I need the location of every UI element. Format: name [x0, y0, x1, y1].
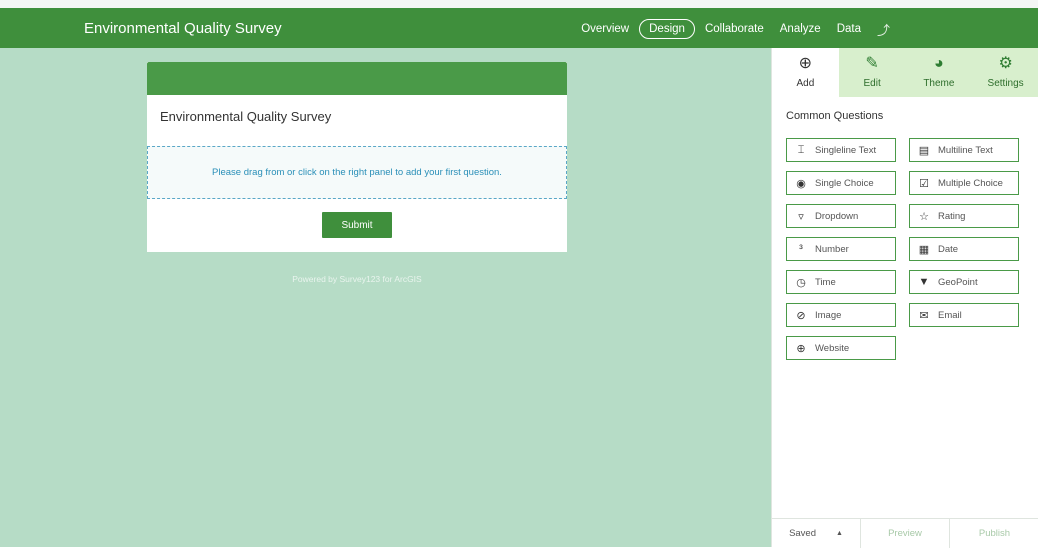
pencil-icon: ✎ — [865, 55, 879, 72]
form-card: Environmental Quality Survey Please drag… — [147, 62, 567, 252]
tab-theme-label: Theme — [923, 78, 955, 89]
nav-collaborate[interactable]: Collaborate — [697, 23, 772, 35]
browser-strip — [0, 0, 1038, 8]
question-time[interactable]: ◷ Time — [786, 270, 896, 294]
settings-icon: ⚙ — [998, 55, 1013, 72]
top-bar: Environmental Quality Survey Overview De… — [0, 0, 1038, 48]
nav-data[interactable]: Data — [829, 23, 869, 35]
question-single-choice[interactable]: ◉ Single Choice — [786, 171, 896, 195]
question-website[interactable]: ⊕ Website — [786, 336, 896, 360]
question-number[interactable]: ³ Number — [786, 237, 896, 261]
caret-up-icon: ▲ — [836, 530, 843, 537]
question-dropzone[interactable]: Please drag from or click on the right p… — [147, 146, 567, 199]
preview-button[interactable]: Preview — [861, 519, 950, 548]
checkbox-icon: ☑ — [919, 177, 929, 190]
question-label: Single Choice — [815, 177, 874, 189]
saved-status[interactable]: Saved ▲ — [772, 519, 861, 548]
saved-label: Saved — [789, 528, 816, 539]
question-multiple-choice[interactable]: ☑ Multiple Choice — [909, 171, 1019, 195]
tab-edit[interactable]: ✎ Edit — [838, 48, 906, 97]
question-label: Singleline Text — [815, 144, 877, 156]
question-multiline-text[interactable]: ▤ Multiline Text — [909, 138, 1019, 162]
app-title: Environmental Quality Survey — [84, 20, 282, 37]
map-pin-icon: ▼ — [918, 276, 930, 288]
panel-footer: Saved ▲ Preview Publish — [772, 518, 1038, 548]
section-title: Common Questions — [786, 110, 884, 122]
question-email[interactable]: ✉ Email — [909, 303, 1019, 327]
globe-icon: ⊕ — [796, 342, 806, 355]
question-dropdown[interactable]: ▿ Dropdown — [786, 204, 896, 228]
publish-button[interactable]: Publish — [950, 519, 1038, 548]
main-nav: Overview Design Collaborate Analyze Data… — [573, 19, 898, 39]
design-canvas: Environmental Quality Survey Please drag… — [0, 48, 771, 547]
question-label: GeoPoint — [938, 276, 978, 288]
question-label: Number — [815, 243, 849, 255]
question-date[interactable]: ▦ Date — [909, 237, 1019, 261]
text-area-icon: ▤ — [918, 144, 930, 157]
question-label: Image — [815, 309, 842, 321]
dropdown-icon: ▿ — [798, 210, 804, 223]
envelope-icon: ✉ — [919, 309, 929, 322]
share-icon[interactable]: ⤴ — [869, 20, 898, 39]
dropzone-text: Please drag from or click on the right p… — [212, 167, 502, 178]
form-header-bar — [147, 62, 567, 95]
question-label: Website — [815, 342, 850, 354]
submit-button[interactable]: Submit — [322, 212, 392, 238]
add-circle-icon: ⊕ — [798, 55, 813, 72]
calendar-icon: ▦ — [918, 243, 930, 256]
tab-add[interactable]: ⊕ Add — [772, 48, 839, 97]
question-rating[interactable]: ☆ Rating — [909, 204, 1019, 228]
radio-icon: ◉ — [796, 177, 806, 190]
text-cursor-icon: ⌶ — [797, 143, 805, 156]
nav-design[interactable]: Design — [639, 19, 695, 39]
question-label: Multiple Choice — [938, 177, 1003, 189]
question-label: Time — [815, 276, 836, 288]
question-label: Date — [938, 243, 959, 255]
number-icon: ³ — [799, 243, 803, 255]
nav-overview[interactable]: Overview — [573, 23, 637, 35]
question-label: Email — [938, 309, 962, 321]
palette-icon: ◕ — [934, 55, 944, 72]
tab-add-label: Add — [796, 78, 815, 89]
tab-theme[interactable]: ◕ Theme — [905, 48, 973, 97]
question-label: Dropdown — [815, 210, 859, 222]
paperclip-icon: ⊘ — [796, 309, 806, 322]
panel-tabs: ⊕ Add ✎ Edit ◕ Theme ⚙ Settings — [772, 48, 1038, 97]
tab-settings[interactable]: ⚙ Settings — [972, 48, 1038, 97]
right-panel: ⊕ Add ✎ Edit ◕ Theme ⚙ Settings Common Q… — [771, 48, 1038, 548]
question-singleline-text[interactable]: ⌶ Singleline Text — [786, 138, 896, 162]
tab-edit-label: Edit — [863, 78, 881, 89]
question-geopoint[interactable]: ▼ GeoPoint — [909, 270, 1019, 294]
nav-analyze[interactable]: Analyze — [772, 23, 829, 35]
question-label: Rating — [938, 210, 966, 222]
question-image[interactable]: ⊘ Image — [786, 303, 896, 327]
tab-settings-label: Settings — [987, 78, 1024, 89]
question-label: Multiline Text — [938, 144, 993, 156]
powered-by-text: Powered by Survey123 for ArcGIS — [292, 274, 422, 284]
clock-icon: ◷ — [796, 276, 806, 289]
star-icon: ☆ — [919, 210, 929, 223]
form-title[interactable]: Environmental Quality Survey — [160, 109, 331, 124]
